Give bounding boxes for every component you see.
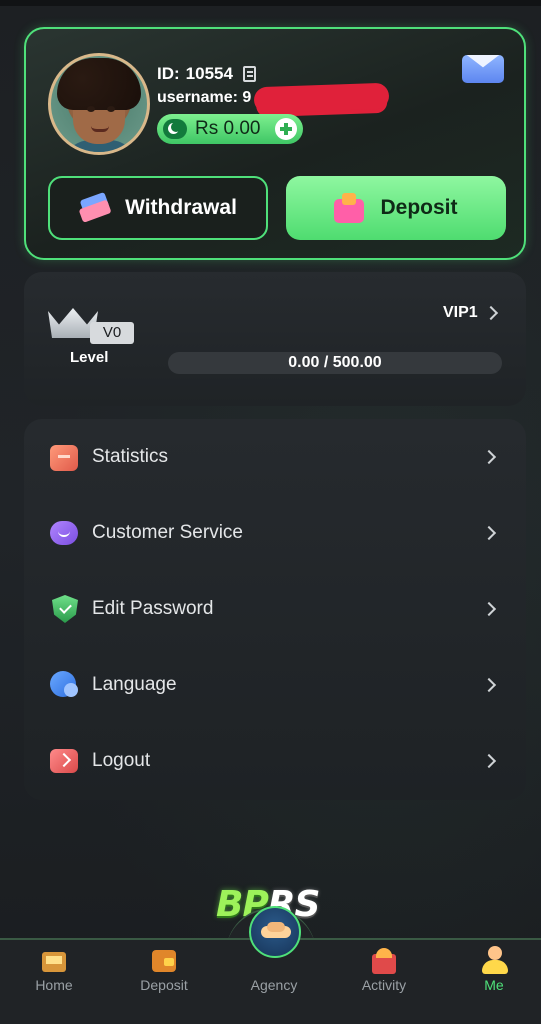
nav-deposit[interactable]: Deposit bbox=[110, 940, 218, 1024]
deposit-button[interactable]: Deposit bbox=[286, 176, 506, 240]
menu-item-label: Edit Password bbox=[92, 598, 214, 619]
menu-item-logout[interactable]: Logout bbox=[24, 723, 526, 799]
chevron-right-icon bbox=[481, 753, 497, 769]
globe-icon bbox=[50, 671, 80, 699]
user-id-row: ID: 10554 bbox=[157, 64, 256, 84]
nav-label: Activity bbox=[361, 977, 407, 993]
next-vip-link[interactable]: VIP1 bbox=[443, 304, 498, 322]
vip-progress-text: 0.00 / 500.00 bbox=[288, 354, 382, 371]
nav-home[interactable]: Home bbox=[0, 940, 108, 1024]
chevron-right-icon bbox=[481, 525, 497, 541]
copy-icon[interactable] bbox=[242, 66, 256, 82]
chevron-right-icon bbox=[481, 677, 497, 693]
gift-icon bbox=[370, 946, 398, 974]
username-value: 9 bbox=[242, 89, 252, 106]
me-screen: ID: 10554 username: 9 Rs 0.00 Withdrawal… bbox=[0, 0, 541, 1024]
username-label: username: bbox=[157, 89, 238, 106]
level-label: Level bbox=[70, 349, 109, 366]
withdrawal-button[interactable]: Withdrawal bbox=[48, 176, 268, 240]
user-id-label: ID: bbox=[157, 64, 180, 83]
vip-card[interactable]: V0 Level VIP1 0.00 / 500.00 bbox=[24, 272, 526, 406]
avatar-eye bbox=[87, 106, 95, 112]
chevron-right-icon bbox=[481, 449, 497, 465]
vip-progress-bar: 0.00 / 500.00 bbox=[168, 352, 502, 374]
withdrawal-label: Withdrawal bbox=[125, 196, 237, 219]
menu-item-language[interactable]: Language bbox=[24, 647, 526, 723]
nav-label: Home bbox=[35, 977, 73, 993]
credit-card-icon bbox=[76, 191, 114, 224]
avatar[interactable] bbox=[48, 53, 150, 155]
shield-icon bbox=[50, 595, 80, 623]
avatar-hair bbox=[57, 58, 141, 110]
add-funds-icon[interactable] bbox=[275, 118, 297, 140]
wallet-icon bbox=[334, 193, 365, 223]
status-strip bbox=[0, 0, 541, 6]
customer-service-icon bbox=[50, 519, 80, 547]
nav-me[interactable]: Me bbox=[440, 940, 541, 1024]
menu-item-edit-password[interactable]: Edit Password bbox=[24, 571, 526, 647]
settings-menu: Statistics Customer Service Edit Passwor… bbox=[24, 419, 526, 800]
handshake-icon[interactable] bbox=[249, 906, 301, 958]
pakistan-flag-icon bbox=[163, 119, 187, 139]
menu-item-label: Statistics bbox=[92, 446, 169, 467]
next-vip-label: VIP1 bbox=[443, 304, 478, 321]
vip-badge: V0 bbox=[90, 322, 134, 344]
deposit-label: Deposit bbox=[380, 196, 458, 219]
chevron-right-icon bbox=[483, 305, 498, 321]
logout-icon bbox=[50, 747, 80, 775]
avatar-eye bbox=[107, 106, 115, 112]
redaction-mark bbox=[253, 82, 390, 114]
mail-icon[interactable] bbox=[462, 55, 504, 83]
balance-pill[interactable]: Rs 0.00 bbox=[157, 114, 303, 144]
wallet-icon bbox=[150, 946, 178, 974]
home-icon bbox=[40, 946, 68, 974]
user-id-value: 10554 bbox=[185, 64, 233, 83]
nav-label: Deposit bbox=[140, 977, 188, 993]
nav-label: Agency bbox=[250, 977, 298, 993]
profile-card: ID: 10554 username: 9 Rs 0.00 Withdrawal… bbox=[24, 27, 526, 260]
statistics-icon bbox=[50, 443, 80, 471]
menu-item-label: Customer Service bbox=[92, 522, 243, 543]
menu-item-customer-service[interactable]: Customer Service bbox=[24, 495, 526, 571]
menu-item-label: Language bbox=[92, 674, 177, 695]
nav-activity[interactable]: Activity bbox=[330, 940, 438, 1024]
menu-item-label: Logout bbox=[92, 750, 151, 771]
username-row: username: 9 bbox=[157, 89, 251, 107]
nav-label: Me bbox=[484, 977, 504, 993]
user-icon bbox=[480, 946, 508, 974]
menu-item-statistics[interactable]: Statistics bbox=[24, 419, 526, 495]
balance-amount: Rs 0.00 bbox=[195, 118, 261, 139]
chevron-right-icon bbox=[481, 601, 497, 617]
